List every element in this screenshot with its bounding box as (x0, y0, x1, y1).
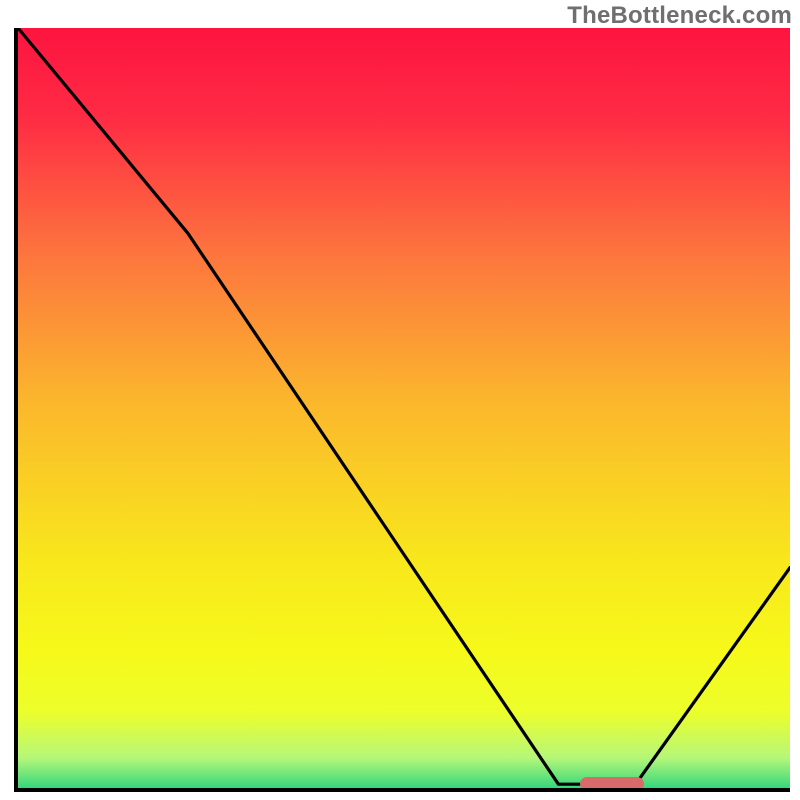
chart-container: TheBottleneck.com (0, 0, 800, 800)
plot-area (14, 28, 790, 792)
watermark-label: TheBottleneck.com (567, 2, 792, 30)
optimal-marker (580, 777, 644, 791)
bottleneck-curve (18, 28, 790, 788)
